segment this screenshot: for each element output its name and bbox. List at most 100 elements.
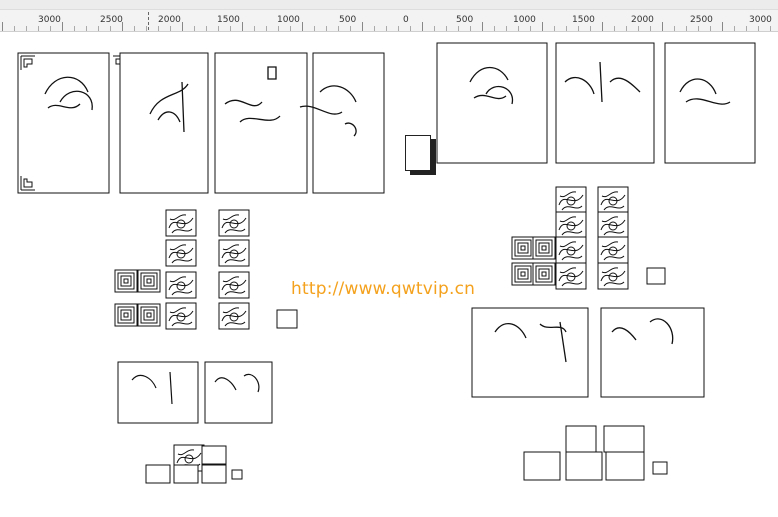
panel-7[interactable] xyxy=(664,42,756,164)
ruler-tick xyxy=(686,26,687,31)
ruler-tick xyxy=(482,22,483,31)
ruler-tick xyxy=(470,26,471,31)
ruler-tick xyxy=(2,22,3,31)
panel-1[interactable] xyxy=(17,52,128,194)
ruler-tick xyxy=(86,26,87,31)
ruler-tick xyxy=(362,22,363,31)
ruler-tick xyxy=(374,26,375,31)
bottom-right-tiles[interactable] xyxy=(523,425,668,481)
ruler-tick xyxy=(542,22,543,31)
ruler-label: 2000 xyxy=(631,15,654,25)
ruler-tick xyxy=(530,26,531,31)
bottom-left-tiles[interactable] xyxy=(145,444,243,484)
panel-4[interactable] xyxy=(299,52,385,194)
ruler-tick xyxy=(662,22,663,31)
selection-handle-box[interactable] xyxy=(405,135,431,171)
ruler-tick xyxy=(218,26,219,31)
ruler-tick xyxy=(230,26,231,31)
ruler-tick xyxy=(146,26,147,31)
panel-2[interactable] xyxy=(119,52,209,194)
ruler-top-strip xyxy=(0,0,778,10)
ruler-tick xyxy=(758,26,759,31)
ruler-tick xyxy=(14,26,15,31)
panel-8[interactable] xyxy=(471,307,589,398)
ruler-tick xyxy=(590,26,591,31)
ruler-tick xyxy=(290,26,291,31)
panel-9[interactable] xyxy=(600,307,705,398)
ruler-tick xyxy=(614,26,615,31)
right-tile-grid[interactable] xyxy=(511,186,666,290)
ruler-label: 1000 xyxy=(513,15,536,25)
ruler-tick xyxy=(122,22,123,31)
ruler-tick xyxy=(446,26,447,31)
ruler-tick xyxy=(602,22,603,31)
ruler-tick xyxy=(626,26,627,31)
ruler-tick xyxy=(38,26,39,31)
panel-5[interactable] xyxy=(436,42,548,164)
ruler-label: 0 xyxy=(403,15,409,25)
panel-3[interactable] xyxy=(214,52,308,194)
ruler-tick xyxy=(518,26,519,31)
ruler-tick xyxy=(638,26,639,31)
horizontal-ruler[interactable]: 3000 2500 2000 1500 1000 500 0 500 1000 … xyxy=(0,0,778,32)
ruler-label: 500 xyxy=(339,15,357,25)
ruler-tick xyxy=(398,26,399,31)
ruler-tick xyxy=(578,26,579,31)
ruler-tick xyxy=(734,26,735,31)
ruler-tick xyxy=(710,26,711,31)
ruler-tick xyxy=(26,26,27,31)
ruler-tick xyxy=(566,26,567,31)
ruler-label: 2500 xyxy=(690,15,713,25)
ruler-tick xyxy=(770,26,771,31)
ruler-tick xyxy=(554,26,555,31)
ruler-label: 500 xyxy=(456,15,474,25)
ruler-label: 1000 xyxy=(277,15,300,25)
ruler-label: 2000 xyxy=(158,15,181,25)
ruler-label: 1500 xyxy=(572,15,595,25)
ruler-tick xyxy=(254,26,255,31)
ruler-tick xyxy=(242,22,243,31)
ruler-tick xyxy=(434,26,435,31)
ruler-tick xyxy=(266,26,267,31)
ruler-tick xyxy=(74,26,75,31)
ruler-tick xyxy=(194,26,195,31)
ruler-tick xyxy=(158,26,159,31)
left-tile-grid[interactable] xyxy=(114,209,298,330)
ruler-tick xyxy=(98,26,99,31)
ruler-tick xyxy=(494,26,495,31)
ruler-tick xyxy=(650,26,651,31)
ruler-label: 2500 xyxy=(100,15,123,25)
ruler-label: 3000 xyxy=(749,15,772,25)
ruler-tick xyxy=(314,26,315,31)
ruler-tick xyxy=(506,26,507,31)
ruler-tick xyxy=(386,26,387,31)
cad-application: 3000 2500 2000 1500 1000 500 0 500 1000 … xyxy=(0,0,778,517)
ruler-tick xyxy=(110,26,111,31)
cursor-position-marker xyxy=(148,12,149,30)
drawing-canvas[interactable]: http://www.qwtvip.cn xyxy=(0,32,778,517)
ruler-tick xyxy=(182,22,183,31)
ruler-tick xyxy=(62,22,63,31)
ruler-tick xyxy=(410,26,411,31)
ruler-tick xyxy=(206,26,207,31)
ruler-label: 1500 xyxy=(217,15,240,25)
ruler-tick xyxy=(458,26,459,31)
ruler-tick xyxy=(326,26,327,31)
ruler-tick xyxy=(350,26,351,31)
ruler-tick xyxy=(338,26,339,31)
watermark-url: http://www.qwtvip.cn xyxy=(291,279,476,299)
ruler-tick xyxy=(170,26,171,31)
ruler-tick xyxy=(746,26,747,31)
panel-11[interactable] xyxy=(204,361,273,424)
panel-6[interactable] xyxy=(555,42,655,164)
ruler-tick xyxy=(698,26,699,31)
ruler-tick xyxy=(50,26,51,31)
ruler-tick xyxy=(278,26,279,31)
ruler-tick xyxy=(134,26,135,31)
drawing-layer xyxy=(17,42,756,484)
panel-10[interactable] xyxy=(117,361,199,424)
ruler-tick xyxy=(422,22,423,31)
ruler-label: 3000 xyxy=(38,15,61,25)
ruler-tick xyxy=(722,22,723,31)
ruler-tick xyxy=(674,26,675,31)
